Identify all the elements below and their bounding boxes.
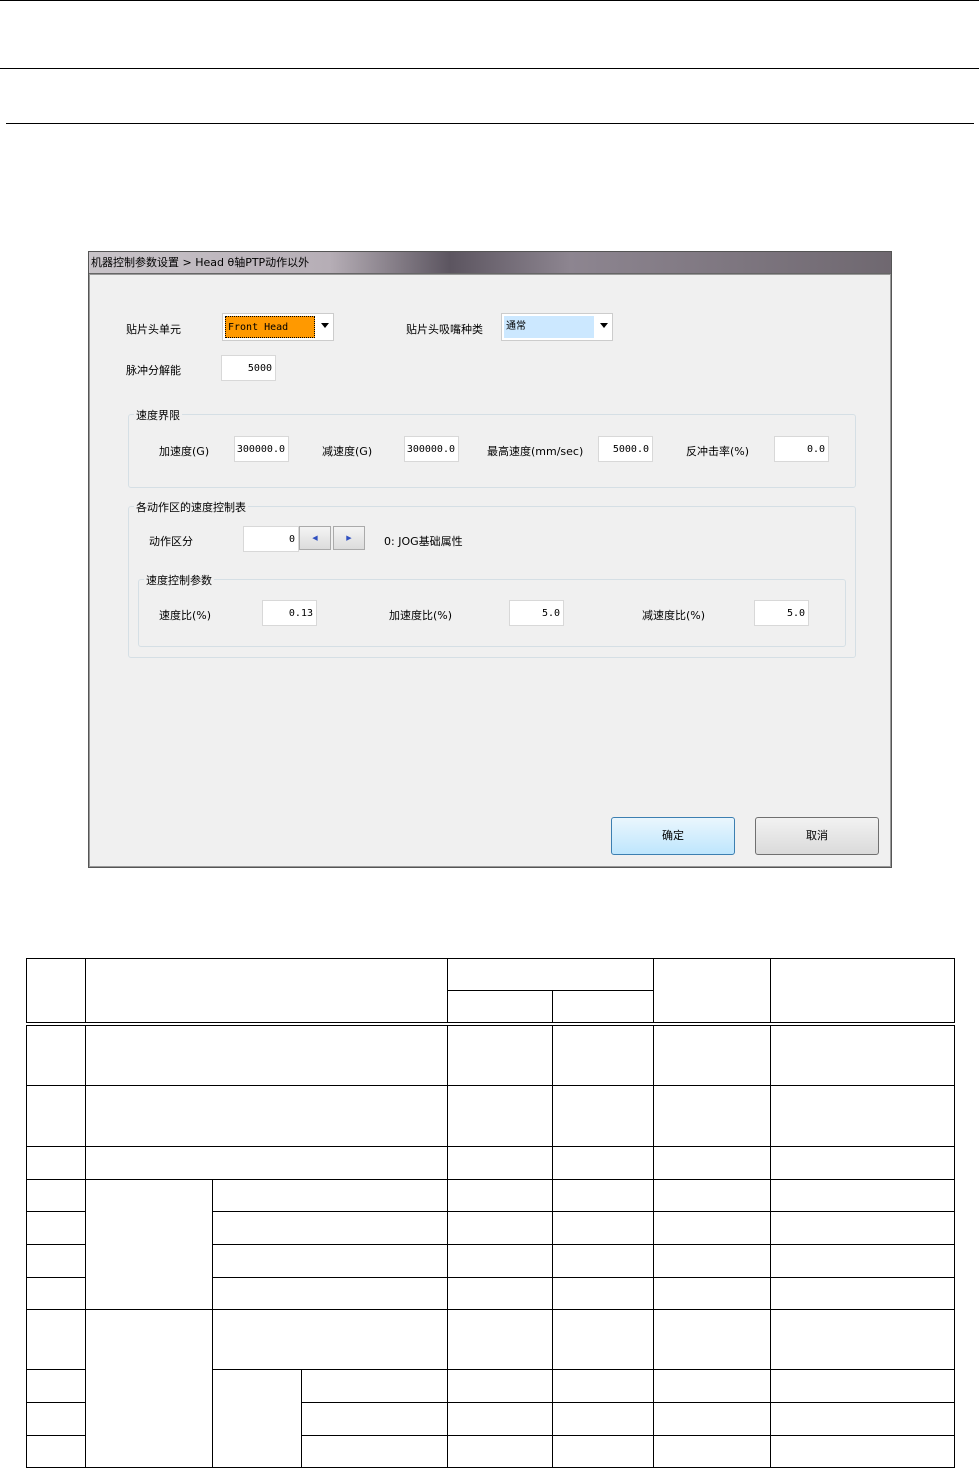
table-row [26,1146,955,1180]
nozzle-type-value: 通常 [504,316,594,338]
decel-label: 减速度(G) [322,445,373,458]
head-unit-label: 贴片头单元 [126,323,181,336]
blank-table [26,958,955,1468]
recoil-input[interactable]: 0.0 [774,436,829,462]
decel-ratio-input[interactable]: 5.0 [754,600,809,626]
zone-table-title: 各动作区的速度控制表 [134,499,248,515]
table-row [26,1023,955,1086]
pulse-label: 脉冲分解能 [126,364,181,377]
triangle-left-icon[interactable]: ◀ [299,526,331,550]
table-row [26,1179,955,1310]
chevron-down-icon[interactable] [321,323,329,328]
zone-description: 0: JOG基础属性 [384,535,463,548]
cancel-button[interactable]: 取消 [755,817,879,855]
speed-limit-title: 速度界限 [134,407,182,423]
speed-limit-group: 速度界限 加速度(G) 300000.0 减速度(G) 300000.0 最高速… [128,407,856,488]
head-unit-select[interactable]: Front Head [222,313,334,341]
zone-input[interactable]: 0 [243,526,299,552]
machine-control-dialog: 机器控制参数设置 > Head θ轴PTP动作以外 贴片头单元 Front He… [88,251,892,868]
nozzle-type-select[interactable]: 通常 [501,313,613,341]
speed-ratio-label: 速度比(%) [159,609,212,622]
zone-label: 动作区分 [149,535,193,548]
nozzle-type-label: 贴片头吸嘴种类 [406,323,483,336]
section-rule [6,123,974,124]
speed-params-title: 速度控制参数 [144,572,214,588]
decel-input[interactable]: 300000.0 [404,436,459,462]
accel-label: 加速度(G) [159,445,210,458]
pulse-input[interactable]: 5000 [221,355,276,381]
head-unit-value: Front Head [225,316,315,338]
top-rule [0,0,979,1]
max-speed-input[interactable]: 5000.0 [598,436,653,462]
table-header-row [26,958,955,1026]
dialog-title: 机器控制参数设置 > Head θ轴PTP动作以外 [89,252,891,274]
chevron-down-icon[interactable] [600,323,608,328]
speed-params-group: 速度控制参数 速度比(%) 0.13 加速度比(%) 5.0 减速度比(%) 5… [138,572,846,647]
table-row [26,1309,955,1468]
max-speed-label: 最高速度(mm/sec) [487,445,584,458]
recoil-label: 反冲击率(%) [686,445,750,458]
zone-table-group: 各动作区的速度控制表 动作区分 0 ◀ ▶ 0: JOG基础属性 速度控制参数 … [128,499,856,658]
decel-ratio-label: 减速度比(%) [642,609,706,622]
accel-input[interactable]: 300000.0 [234,436,289,462]
accel-ratio-input[interactable]: 5.0 [509,600,564,626]
triangle-right-icon[interactable]: ▶ [333,526,365,550]
ok-button[interactable]: 确定 [611,817,735,855]
header-rule [0,68,979,69]
speed-ratio-input[interactable]: 0.13 [262,600,317,626]
accel-ratio-label: 加速度比(%) [389,609,453,622]
table-row [26,1085,955,1147]
